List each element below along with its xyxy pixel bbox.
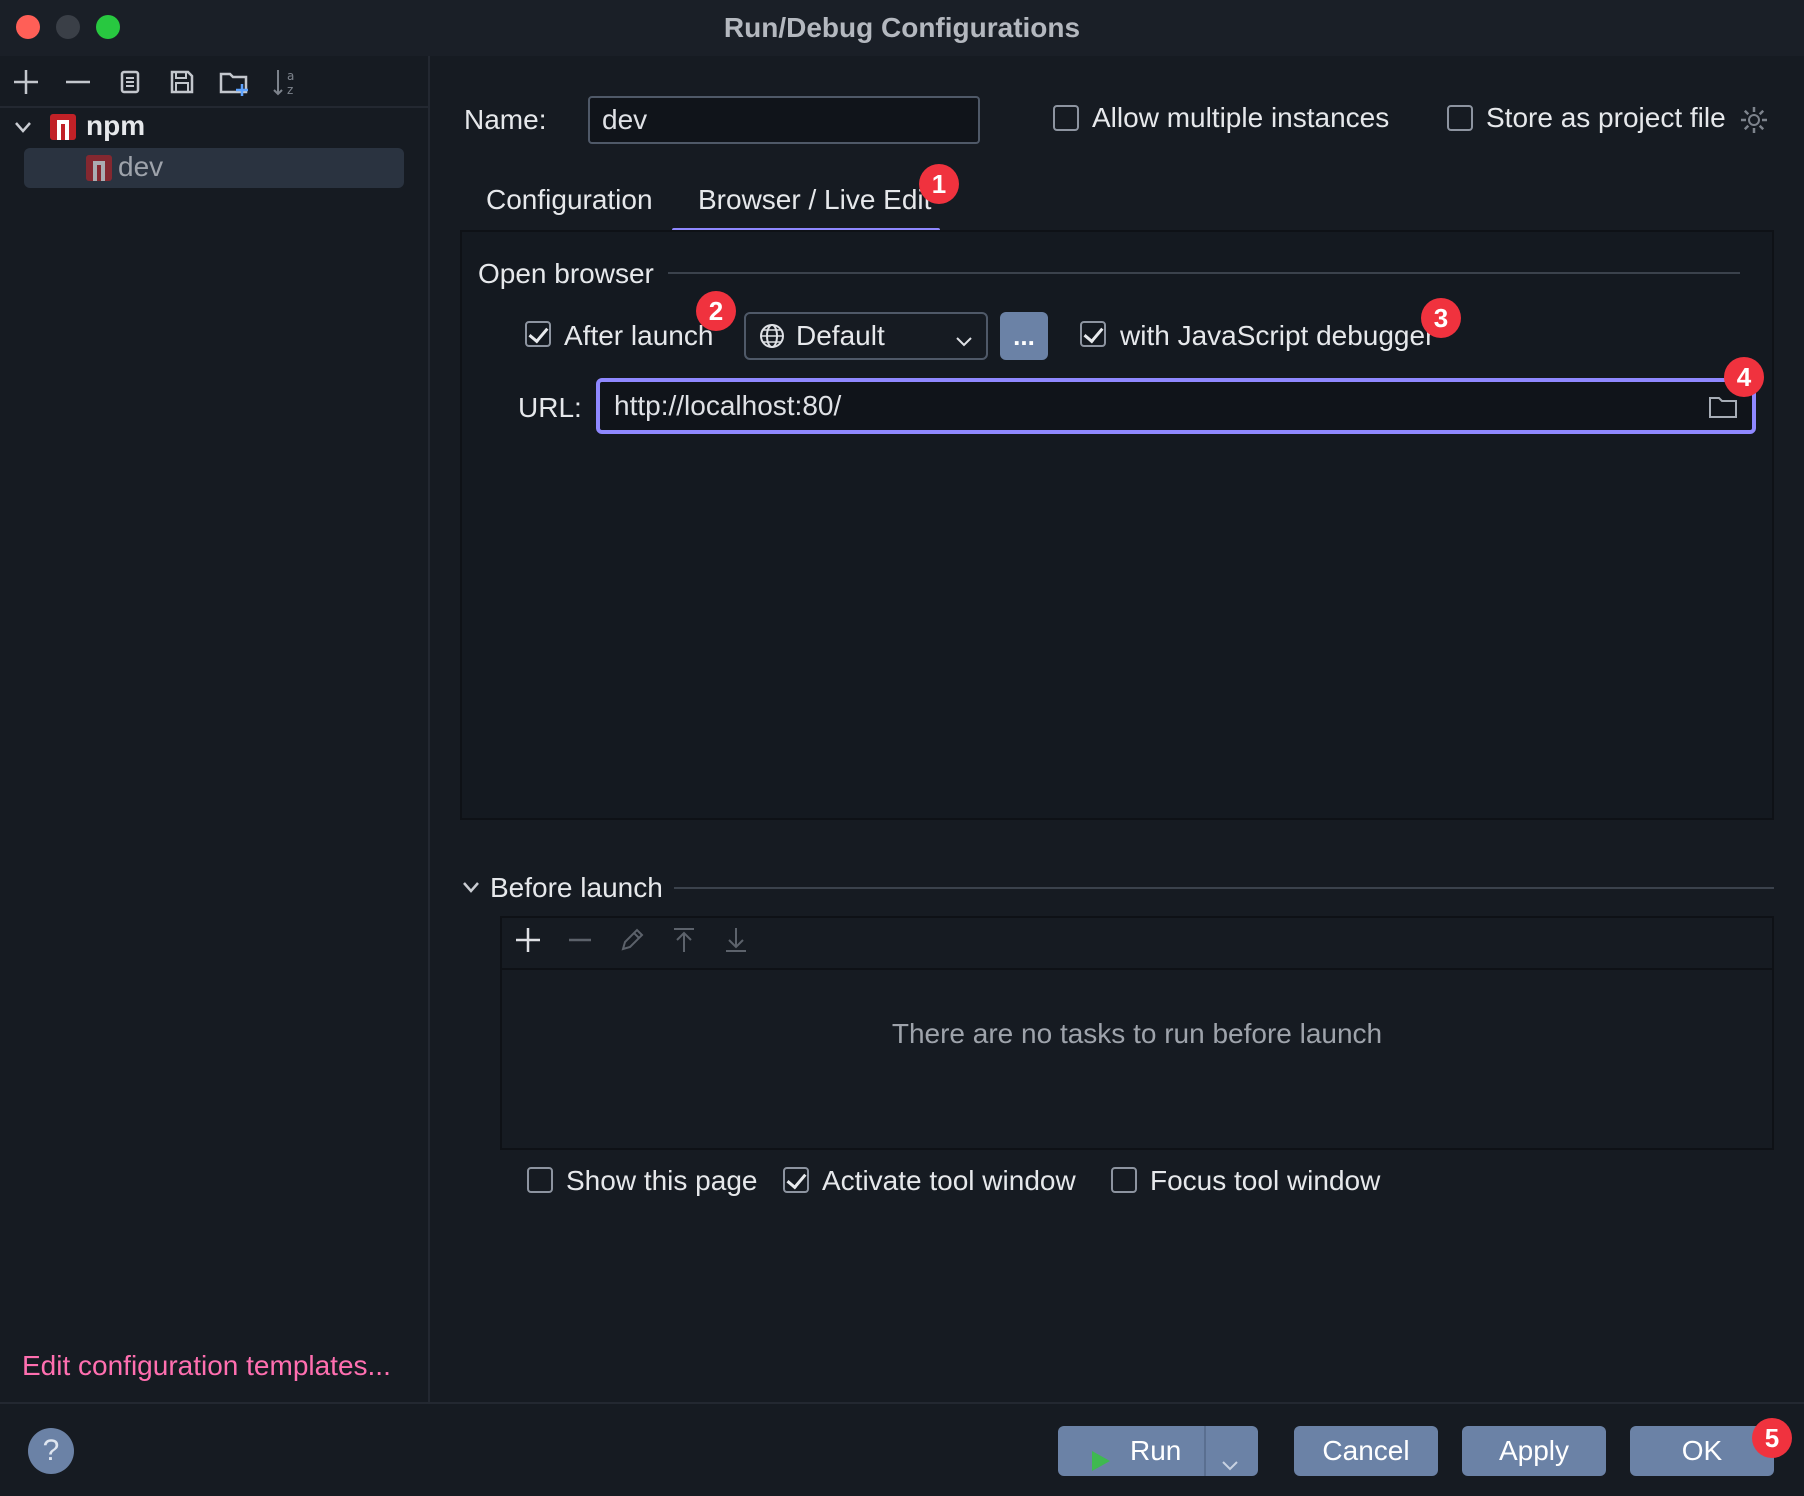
store-project-checkbox[interactable] (1447, 105, 1473, 131)
store-project-label: Store as project file (1486, 102, 1726, 133)
sort-icon[interactable]: az (268, 64, 304, 100)
annotation-badge-4: 4 (1724, 357, 1764, 397)
chevron-down-icon (954, 326, 974, 358)
play-icon (1090, 1439, 1112, 1489)
empty-tasks-message: There are no tasks to run before launch (891, 1018, 1383, 1049)
remove-icon[interactable] (562, 924, 598, 964)
add-icon[interactable] (8, 64, 44, 100)
run-split-divider (1204, 1426, 1206, 1476)
chevron-down-icon[interactable] (460, 876, 482, 903)
after-launch-checkbox[interactable] (525, 321, 551, 347)
svg-text:a: a (287, 69, 294, 83)
url-label: URL: (518, 392, 582, 423)
tree-item-dev[interactable] (24, 148, 404, 188)
add-icon[interactable] (510, 924, 546, 964)
focus-tool-label: Focus tool window (1150, 1165, 1381, 1196)
remove-icon[interactable] (60, 64, 96, 100)
folder-icon[interactable] (1708, 392, 1738, 427)
tab-browser-live-edit[interactable]: Browser / Live Edit (698, 184, 931, 216)
move-down-icon[interactable] (718, 924, 754, 964)
activate-tool-label: Activate tool window (822, 1165, 1076, 1196)
name-label: Name: (464, 104, 547, 135)
browser-select[interactable]: Default (744, 312, 988, 360)
move-up-icon[interactable] (666, 924, 702, 964)
save-icon[interactable] (164, 64, 200, 100)
url-value: http://localhost:80/ (614, 390, 842, 421)
new-folder-icon[interactable] (216, 64, 252, 100)
section-separator (668, 272, 1740, 274)
run-button[interactable]: Run (1058, 1426, 1258, 1476)
apply-button[interactable]: Apply (1462, 1426, 1606, 1476)
name-field[interactable]: dev (588, 96, 980, 144)
footer-divider (0, 1402, 1804, 1404)
annotation-badge-1: 1 (919, 164, 959, 204)
allow-multiple-checkbox[interactable] (1053, 105, 1079, 131)
help-button[interactable]: ? (28, 1428, 74, 1474)
tab-configuration[interactable]: Configuration (486, 184, 653, 216)
browser-live-edit-panel (460, 230, 1774, 820)
after-launch-label: After launch (564, 320, 714, 351)
annotation-badge-2: 2 (696, 291, 736, 331)
annotation-badge-3: 3 (1421, 298, 1461, 338)
section-separator (674, 887, 1774, 889)
js-debugger-label: with JavaScript debugger (1120, 320, 1435, 351)
globe-icon (758, 322, 786, 350)
allow-multiple-label: Allow multiple instances (1092, 102, 1390, 133)
focus-tool-checkbox[interactable] (1111, 1167, 1137, 1193)
chevron-down-icon[interactable] (12, 114, 34, 145)
npm-icon (50, 114, 76, 140)
chevron-down-icon[interactable] (1220, 1441, 1240, 1491)
copy-icon[interactable] (112, 64, 148, 100)
open-browser-title: Open browser (478, 258, 654, 289)
run-debug-dialog: Run/Debug Configurations az npm dev Edit… (0, 0, 1804, 1496)
activate-tool-checkbox[interactable] (783, 1167, 809, 1193)
edit-icon[interactable] (614, 924, 650, 964)
svg-text:z: z (287, 83, 293, 97)
tree-group-npm[interactable]: npm (86, 110, 145, 142)
annotation-badge-5: 5 (1752, 1418, 1792, 1458)
before-launch-title: Before launch (490, 872, 663, 903)
configurations-sidebar (0, 56, 430, 1402)
sidebar-toolbar-divider (0, 106, 428, 108)
url-input[interactable]: http://localhost:80/ (596, 378, 1756, 434)
cancel-button[interactable]: Cancel (1294, 1426, 1438, 1476)
edit-templates-link[interactable]: Edit configuration templates... (22, 1350, 391, 1382)
show-page-checkbox[interactable] (527, 1167, 553, 1193)
window-title: Run/Debug Configurations (723, 12, 1081, 43)
npm-icon (86, 155, 112, 181)
browser-more-button[interactable]: ... (1000, 312, 1048, 360)
run-label: Run (1130, 1435, 1182, 1466)
browser-select-value: Default (796, 320, 885, 351)
gear-icon[interactable] (1738, 104, 1770, 141)
tree-item-label: dev (118, 151, 164, 182)
js-debugger-checkbox[interactable] (1080, 321, 1106, 347)
show-page-label: Show this page (566, 1165, 758, 1196)
name-value: dev (602, 104, 648, 135)
